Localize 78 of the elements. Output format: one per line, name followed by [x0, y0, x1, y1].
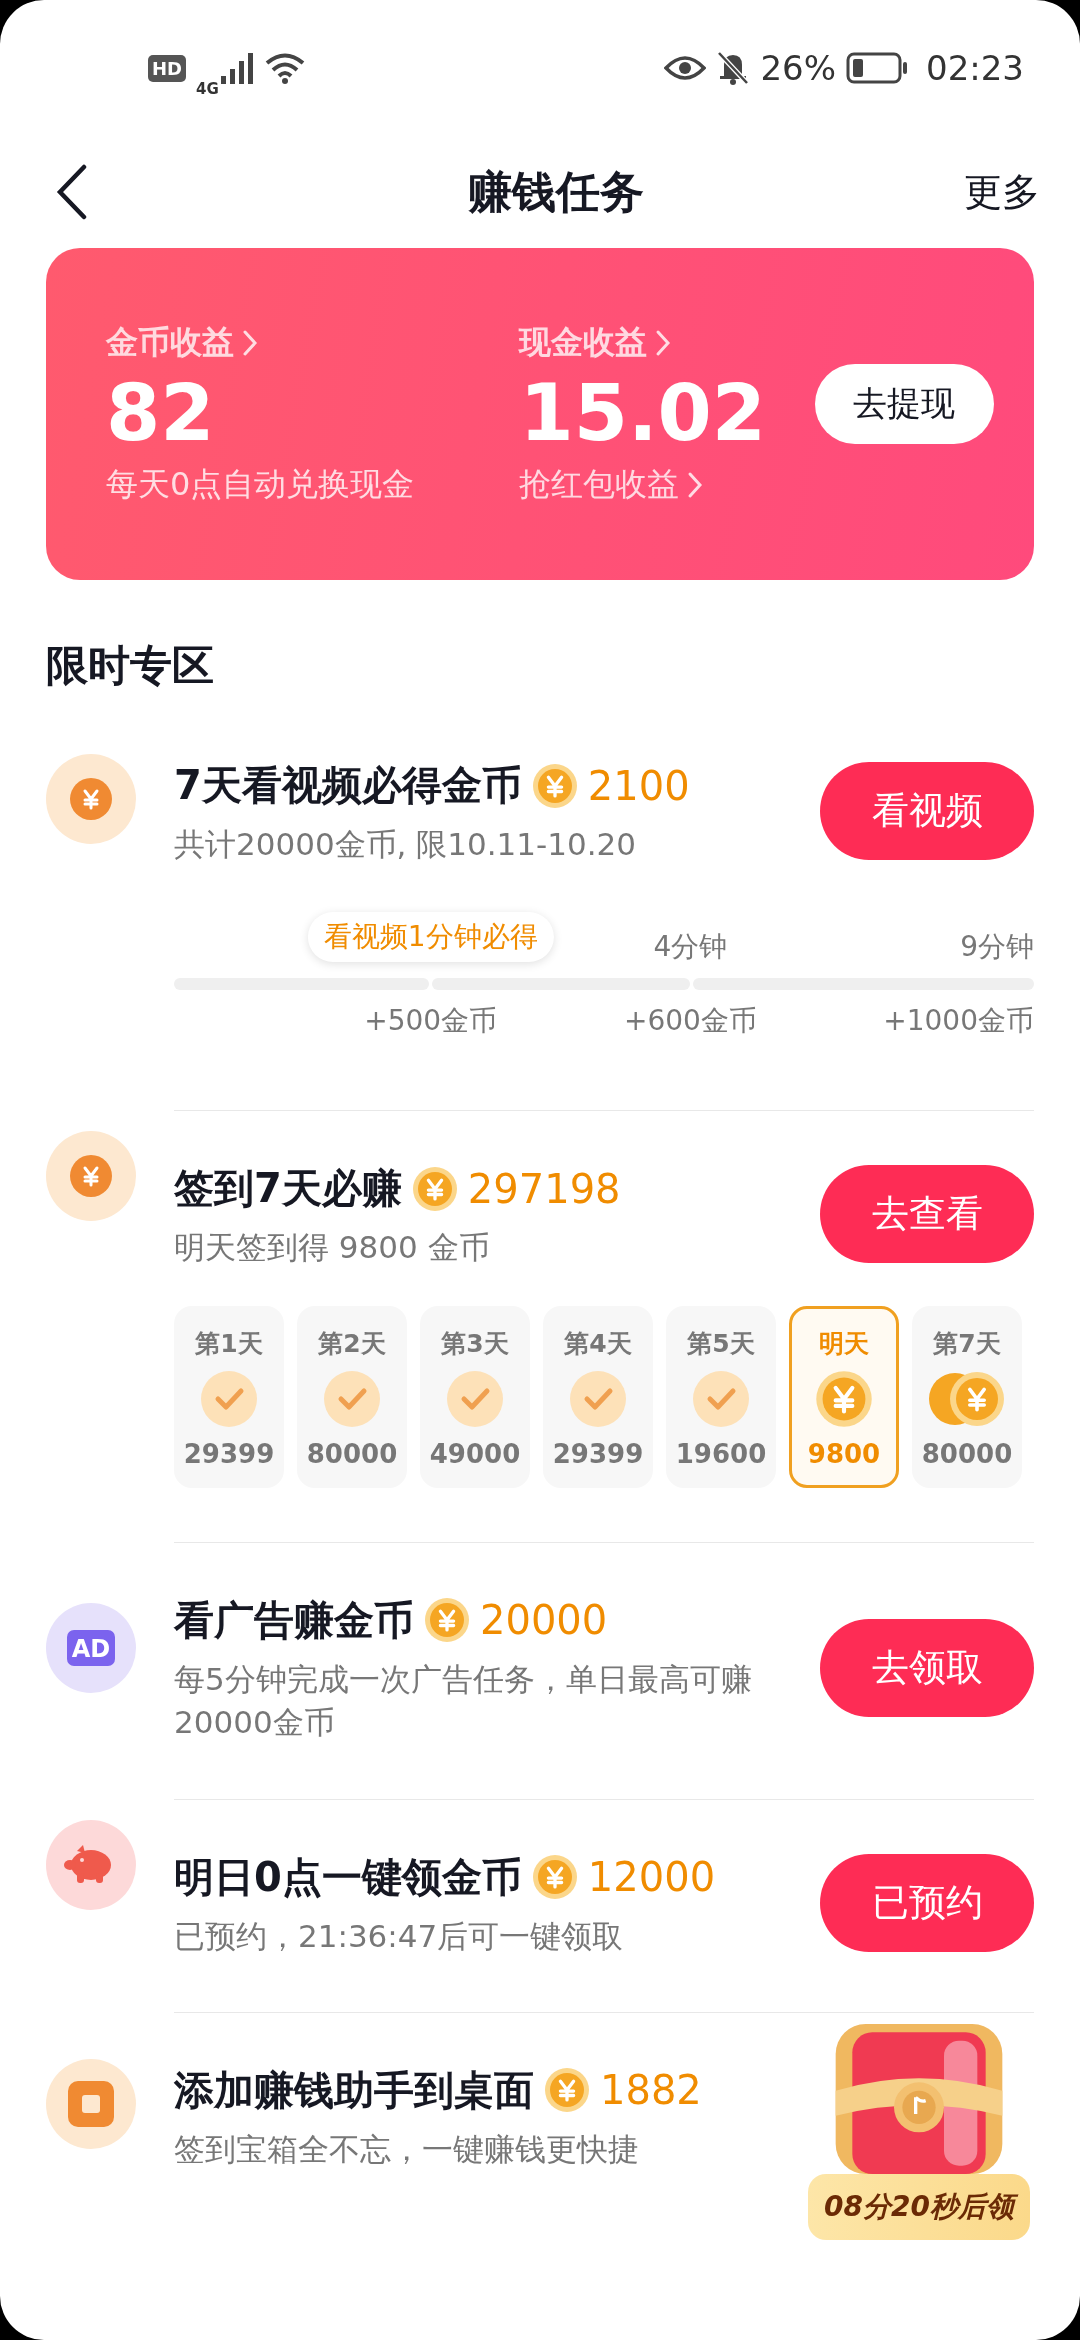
check-icon	[324, 1371, 380, 1428]
milestone-reward: +1000金币	[883, 1003, 1034, 1040]
chevron-right-icon	[242, 329, 258, 358]
back-icon[interactable]	[56, 164, 88, 220]
withdraw-button[interactable]: 去提现	[814, 364, 994, 444]
check-icon	[447, 1371, 503, 1428]
ad-icon: AD	[67, 1629, 115, 1666]
cash-earnings-link[interactable]: 现金收益	[519, 321, 815, 366]
task-title: 7天看视频必得金币	[174, 761, 522, 810]
network-type: 4G	[196, 80, 219, 98]
task-reward: 12000	[587, 1854, 716, 1901]
task-action-button[interactable]: 去领取	[820, 1618, 1034, 1717]
milestone-time: 4分钟	[653, 929, 728, 966]
day-amount: 80000	[306, 1438, 398, 1469]
day-label: 第7天	[933, 1327, 1001, 1360]
task-action-button[interactable]: 看视频	[820, 762, 1034, 860]
task-description: 每5分钟完成一次广告任务，单日最高可赚20000金币	[174, 1659, 753, 1743]
milestone-reward: +600金币	[623, 1003, 757, 1040]
coin-icon	[531, 1854, 578, 1901]
coin-note: 每天0点自动兑换现金	[106, 463, 416, 505]
battery-icon	[846, 52, 908, 84]
day-label: 第4天	[564, 1327, 632, 1360]
day-label: 第1天	[195, 1327, 263, 1360]
task-description: 共计20000金币, 限10.11-10.20	[174, 825, 637, 864]
battery-percent: 26%	[760, 48, 836, 88]
task-description: 明天签到得 9800 金币	[174, 1228, 491, 1268]
cash-balance: 15.02	[519, 373, 768, 455]
task-reward: 2100	[587, 762, 690, 809]
day-label: 第5天	[687, 1327, 755, 1360]
coin-icon	[531, 762, 578, 809]
day-amount: 19600	[675, 1438, 767, 1469]
more-link[interactable]: 更多	[964, 166, 1040, 218]
hd-badge: HD	[148, 54, 186, 82]
wifi-icon	[264, 52, 305, 84]
task-description: 已预约，21:36:47后可一键领取	[174, 1916, 625, 1956]
coin-icon	[411, 1165, 458, 1212]
tooltip: 看视频1分钟必得	[307, 912, 554, 963]
chevron-right-icon	[687, 470, 704, 499]
coin-icon	[424, 1597, 470, 1644]
app-square-icon	[68, 2080, 114, 2127]
yen-coin-icon	[69, 777, 113, 821]
section-title: 限时专区	[45, 640, 215, 692]
coin-icon	[544, 2067, 590, 2114]
task-title: 添加赚钱助手到桌面	[174, 2065, 534, 2115]
day-amount: 49000	[429, 1438, 521, 1469]
day-amount: 9800	[807, 1438, 881, 1469]
task-title: 签到7天必赚	[174, 1164, 402, 1214]
task-reward: 20000	[480, 1597, 608, 1644]
bell-off-icon	[716, 50, 751, 86]
day-label: 第2天	[318, 1327, 386, 1360]
day-amount: 29399	[552, 1438, 644, 1469]
task-reward: 297198	[467, 1165, 621, 1212]
coin-icon	[815, 1370, 873, 1429]
milestone-time: 9分钟	[960, 929, 1034, 966]
day-label: 明天	[819, 1327, 869, 1360]
check-icon	[570, 1371, 626, 1428]
eye-icon	[664, 54, 707, 82]
milestone-reward: +500金币	[364, 1003, 498, 1040]
packet-earnings-link[interactable]: 抢红包收益	[519, 462, 815, 507]
signal-icon	[220, 52, 255, 84]
task-title: 明日0点一键领金币	[174, 1852, 522, 1902]
task-title: 看广告赚金币	[174, 1595, 414, 1645]
yen-coin-icon	[69, 1154, 113, 1199]
task-action-button[interactable]: 已预约	[820, 1853, 1034, 1952]
check-icon	[201, 1371, 257, 1428]
coins-icon	[927, 1371, 1007, 1428]
chevron-right-icon	[655, 329, 672, 358]
task-reward: 1882	[600, 2067, 702, 2114]
clock: 02:23	[926, 48, 1024, 88]
countdown-badge: 08分20秒后领	[808, 2174, 1030, 2240]
task-action-button[interactable]: 去查看	[820, 1165, 1034, 1264]
page-title: 赚钱任务	[468, 164, 644, 219]
day-amount: 80000	[921, 1438, 1013, 1469]
task-description: 签到宝箱全不忘，一键赚钱更快捷	[174, 2129, 640, 2169]
day-amount: 29399	[183, 1438, 275, 1469]
day-label: 第3天	[441, 1327, 509, 1360]
coin-balance: 82	[106, 373, 216, 455]
check-icon	[693, 1371, 749, 1428]
